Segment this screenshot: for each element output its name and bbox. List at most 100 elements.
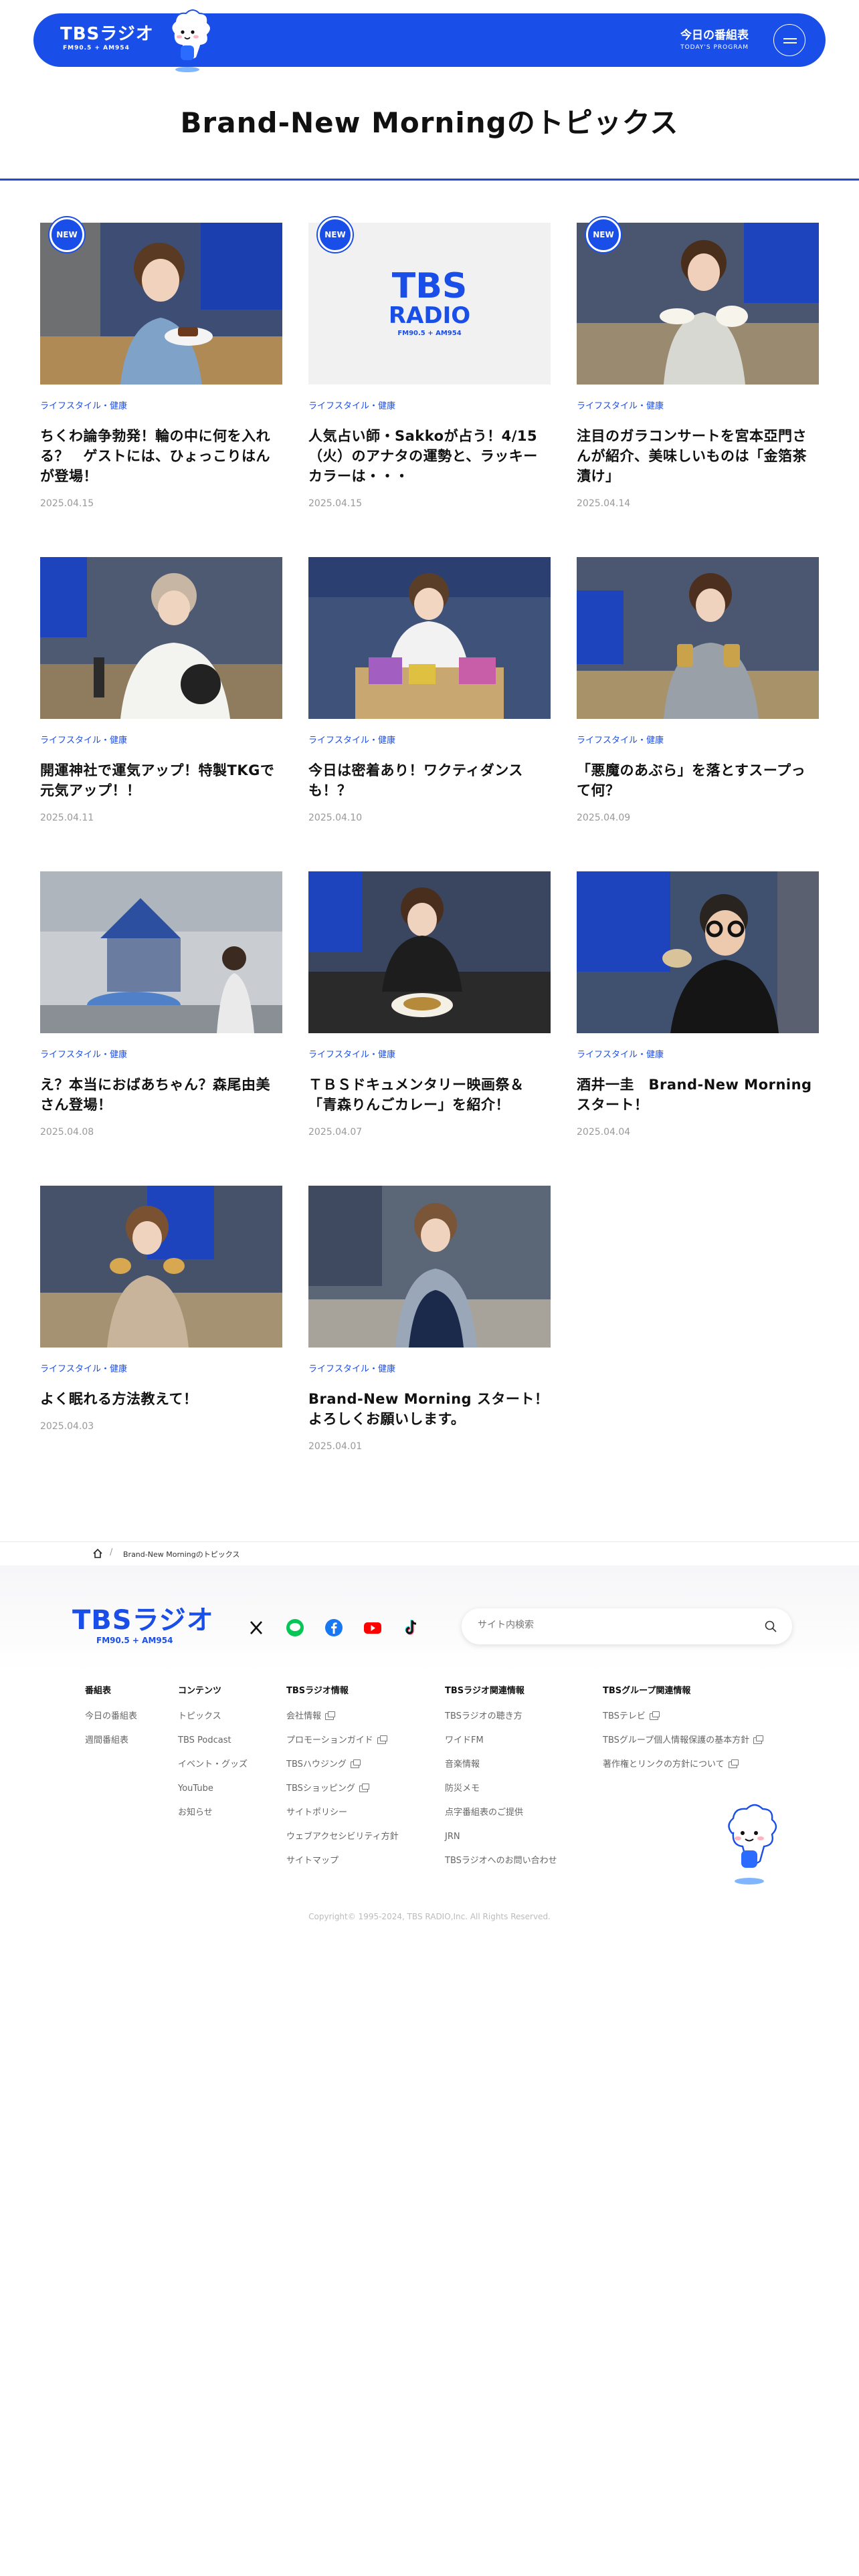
- footer-link[interactable]: JRN: [445, 1831, 557, 1842]
- card-date: 2025.04.09: [577, 813, 631, 823]
- card-title: ちくわ論争勃発！輪の中に何を入れる？ ゲストには、ひょっこりはんが登場！: [40, 428, 270, 484]
- card-category: ライフスタイル・健康: [308, 1050, 396, 1060]
- card-title: よく眠れる方法教えて！: [40, 1391, 198, 1407]
- tiktok-icon[interactable]: [401, 1618, 421, 1638]
- topic-card[interactable]: NEW ライフスタイル・健康 注目のガラコンサートを宮本亞門さんが紹介、美味しい…: [577, 217, 819, 509]
- footer-link[interactable]: 音楽情報: [445, 1759, 557, 1770]
- footer-link[interactable]: ウェブアクセシビリティ方針: [286, 1831, 399, 1842]
- topic-thumbnail: [308, 1186, 551, 1348]
- photo-image: [577, 871, 819, 1033]
- breadcrumb-current: Brand-New Morningのトピックス: [123, 1550, 240, 1559]
- x-icon[interactable]: [246, 1618, 266, 1638]
- footer-column-schedule: 番組表 今日の番組表 週間番組表: [85, 1683, 137, 1759]
- menu-button[interactable]: [773, 24, 805, 56]
- home-icon[interactable]: [92, 1548, 103, 1559]
- footer-link[interactable]: 今日の番組表: [85, 1711, 137, 1722]
- footer-link-external[interactable]: プロモーションガイド: [286, 1735, 399, 1746]
- footer-link[interactable]: イベント・グッズ: [178, 1759, 248, 1770]
- footer-column-tbs-radio-info: TBSラジオ情報 会社情報 プロモーションガイド TBSハウジング TBSショッ…: [286, 1683, 399, 1879]
- footer-column-heading: 番組表: [85, 1686, 112, 1696]
- card-category: ライフスタイル・健康: [308, 736, 396, 746]
- footer-link[interactable]: ワイドFM: [445, 1735, 557, 1746]
- external-link-icon: [325, 1711, 336, 1720]
- footer-link-external[interactable]: TBSテレビ: [603, 1711, 762, 1722]
- footer-link[interactable]: 防災メモ: [445, 1783, 557, 1794]
- card-category: ライフスタイル・健康: [40, 736, 128, 746]
- footer-link-external[interactable]: 著作権とリンクの方針について: [603, 1759, 762, 1770]
- topic-card[interactable]: TBS RADIO FM90.5 + AM954 NEW ライフスタイル・健康 …: [308, 217, 551, 509]
- footer-link-label: TBSグループ個人情報保護の基本方針: [603, 1735, 750, 1745]
- card-title: Brand-New Morning スタート！よろしくお願いします。: [308, 1391, 549, 1427]
- card-category: ライフスタイル・健康: [577, 736, 664, 746]
- topic-card[interactable]: ライフスタイル・健康 え？本当におばあちゃん？森尾由美さん登場！ 2025.04…: [40, 871, 282, 1138]
- card-date: 2025.04.14: [577, 498, 631, 509]
- topic-thumbnail: [308, 871, 551, 1033]
- line-icon[interactable]: [285, 1618, 305, 1638]
- topic-card[interactable]: ライフスタイル・健康 ＴＢＳドキュメンタリー映画祭＆「青森りんごカレー」を紹介！…: [308, 871, 551, 1138]
- facebook-icon[interactable]: [324, 1618, 344, 1638]
- footer-logo[interactable]: TBSラジオ FM90.5 + AM954: [72, 1606, 214, 1646]
- topic-card[interactable]: NEW ライフスタイル・健康 ちくわ論争勃発！輪の中に何を入れる？ ゲストには、…: [40, 217, 282, 509]
- site-logo[interactable]: TBSラジオ FM90.5 + AM954: [60, 24, 154, 52]
- footer-link[interactable]: サイトポリシー: [286, 1807, 399, 1818]
- breadcrumb-separator: /: [110, 1547, 113, 1558]
- footer-link[interactable]: YouTube: [178, 1783, 248, 1794]
- footer-link[interactable]: TBSラジオの聴き方: [445, 1711, 557, 1722]
- footer-link[interactable]: トピックス: [178, 1711, 248, 1722]
- card-title: 今日は密着あり！ワクティダンスも！？: [308, 762, 523, 798]
- footer-link[interactable]: TBSラジオへのお問い合わせ: [445, 1855, 557, 1866]
- title-divider: [0, 179, 859, 181]
- card-date: 2025.04.08: [40, 1127, 94, 1138]
- youtube-icon[interactable]: [363, 1618, 383, 1638]
- topic-card[interactable]: ライフスタイル・健康 開運神社で運気アップ！特製TKGで元気アップ！！ 2025…: [40, 557, 282, 823]
- card-date: 2025.04.10: [308, 813, 363, 823]
- footer-link[interactable]: TBS Podcast: [178, 1735, 248, 1746]
- footer-link-label: TBSテレビ: [603, 1711, 646, 1721]
- card-date: 2025.04.15: [308, 498, 363, 509]
- mascot-icon: [728, 1804, 777, 1885]
- breadcrumb: / Brand-New Morningのトピックス: [0, 1541, 859, 1566]
- footer-link-label: プロモーションガイド: [286, 1735, 373, 1745]
- topic-card[interactable]: ライフスタイル・健康 「悪魔のあぶら」を落とすスープって何？ 2025.04.0…: [577, 557, 819, 823]
- photo-image: [308, 871, 551, 1033]
- thumb-logo-tbs: TBS: [392, 266, 468, 306]
- topic-card[interactable]: ライフスタイル・健康 今日は密着あり！ワクティダンスも！？ 2025.04.10: [308, 557, 551, 823]
- todays-program-link[interactable]: 今日の番組表 TODAY'S PROGRAM: [680, 28, 749, 52]
- new-badge: NEW: [318, 217, 353, 252]
- topic-card[interactable]: ライフスタイル・健康 よく眠れる方法教えて！ 2025.04.03: [40, 1186, 282, 1432]
- footer-link[interactable]: 週間番組表: [85, 1735, 137, 1746]
- page-title: Brand-New Morningのトピックス: [180, 106, 679, 139]
- card-title: ＴＢＳドキュメンタリー映画祭＆「青森りんごカレー」を紹介！: [308, 1077, 524, 1113]
- footer-link[interactable]: 点字番組表のご提供: [445, 1807, 557, 1818]
- external-link-icon: [377, 1735, 387, 1744]
- topic-thumbnail: [40, 1186, 282, 1348]
- external-link-icon: [350, 1759, 361, 1768]
- card-title: 開運神社で運気アップ！特製TKGで元気アップ！！: [40, 762, 275, 798]
- card-date: 2025.04.03: [40, 1421, 94, 1432]
- new-badge: NEW: [586, 217, 621, 252]
- footer-column-heading: TBSラジオ情報: [286, 1686, 349, 1696]
- footer-link-label: 会社情報: [286, 1711, 322, 1721]
- menu-line: [783, 38, 797, 39]
- photo-image: [40, 1186, 282, 1348]
- menu-line: [783, 42, 797, 43]
- card-title: 酒井一圭 Brand-New Morningスタート！: [577, 1077, 812, 1113]
- topic-card[interactable]: ライフスタイル・健康 Brand-New Morning スタート！よろしくお願…: [308, 1186, 551, 1452]
- photo-image: [308, 557, 551, 719]
- topic-card[interactable]: ライフスタイル・健康 酒井一圭 Brand-New Morningスタート！ 2…: [577, 871, 819, 1138]
- card-title: 注目のガラコンサートを宮本亞門さんが紹介、美味しいものは「金箔茶漬け」: [577, 428, 807, 484]
- card-category: ライフスタイル・健康: [40, 1364, 128, 1374]
- footer-link-external[interactable]: TBSグループ個人情報保護の基本方針: [603, 1735, 764, 1746]
- footer-link-external[interactable]: 会社情報: [286, 1711, 399, 1722]
- footer-column-contents: コンテンツ トピックス TBS Podcast イベント・グッズ YouTube…: [178, 1683, 248, 1831]
- footer-link[interactable]: サイトマップ: [286, 1855, 399, 1866]
- footer-link[interactable]: お知らせ: [178, 1807, 248, 1818]
- search-input[interactable]: [478, 1620, 745, 1630]
- external-link-icon: [359, 1783, 369, 1792]
- card-category: ライフスタイル・健康: [308, 401, 396, 411]
- topic-thumbnail: [577, 871, 819, 1033]
- search-icon[interactable]: [764, 1620, 777, 1633]
- footer-link-external[interactable]: TBSショッピング: [286, 1783, 399, 1794]
- footer-link-external[interactable]: TBSハウジング: [286, 1759, 399, 1770]
- copyright: Copyright© 1995-2024, TBS RADIO,Inc. All…: [308, 1912, 551, 1921]
